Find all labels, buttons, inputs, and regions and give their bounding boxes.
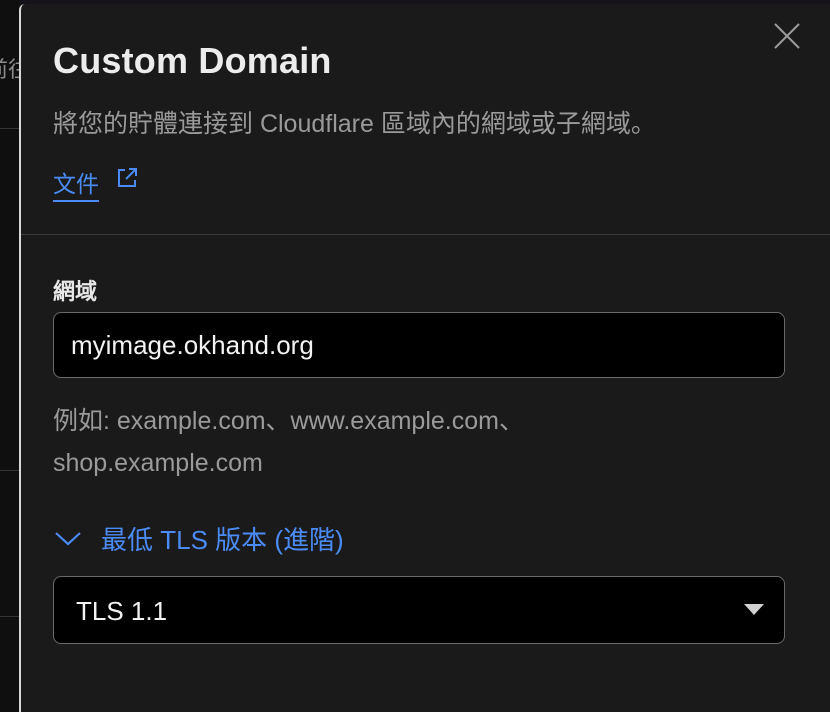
custom-domain-panel: Custom Domain 將您的貯體連接到 Cloudflare 區域內的網域…: [19, 4, 830, 712]
background-partial-text: 前往: [0, 57, 20, 82]
close-icon: [774, 23, 800, 49]
tls-advanced-toggle[interactable]: 最低 TLS 版本 (進階): [53, 520, 344, 556]
domain-input[interactable]: [53, 312, 785, 378]
chevron-down-icon: [55, 532, 81, 546]
close-button[interactable]: [773, 22, 801, 50]
domain-hint-line: 例如: example.com、www.example.com、: [53, 407, 524, 435]
tls-version-select[interactable]: TLS 1.1: [53, 576, 785, 644]
background-divider: [0, 470, 20, 471]
external-link-icon[interactable]: [115, 166, 139, 190]
caret-down-icon: [744, 604, 764, 615]
tls-selected-value: TLS 1.1: [76, 596, 168, 626]
background-divider: [0, 128, 20, 129]
domain-hint: 例如: example.com、www.example.com、 shop.ex…: [53, 400, 653, 484]
tls-toggle-label: 最低 TLS 版本 (進階): [101, 524, 344, 555]
domain-hint-line: shop.example.com: [53, 449, 263, 477]
panel-subtitle: 將您的貯體連接到 Cloudflare 區域內的網域或子網域。: [53, 110, 656, 138]
panel-title: Custom Domain: [53, 40, 332, 81]
documentation-link[interactable]: 文件: [53, 165, 99, 202]
section-divider: [21, 234, 830, 235]
background-divider: [0, 616, 20, 617]
domain-field-label: 網域: [53, 279, 98, 304]
background-page: 前往: [0, 0, 20, 712]
